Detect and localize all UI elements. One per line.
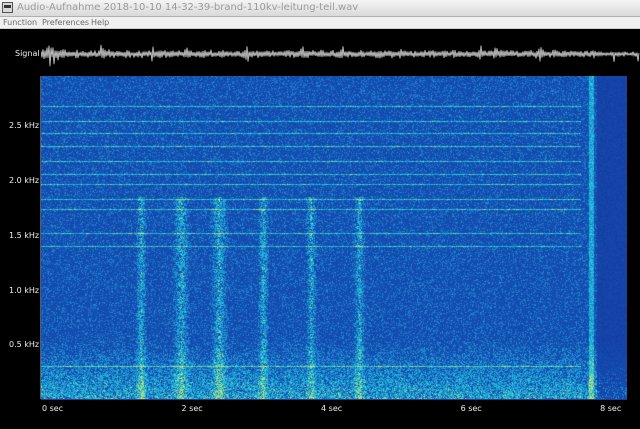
- y-tick-label: 0.5 kHz: [9, 340, 40, 350]
- title-bar[interactable]: Audio-Aufnahme 2018-10-10 14-32-39-brand…: [0, 0, 640, 17]
- app-window: Audio-Aufnahme 2018-10-10 14-32-39-brand…: [0, 0, 640, 429]
- menu-function[interactable]: Function: [3, 17, 37, 28]
- spectrogram-view[interactable]: Signal 2.5 kHz 2.0 kHz 1.5 kHz 1.0 kHz 0.5 k…: [0, 29, 640, 429]
- spectrogram-canvas[interactable]: [41, 76, 627, 399]
- x-tick-label: 8 sec: [600, 404, 622, 413]
- x-axis-line: [41, 399, 627, 400]
- x-tick-label: 4 sec: [321, 404, 343, 413]
- y-tick-label: 2.0 kHz: [9, 176, 40, 186]
- menu-help[interactable]: Help: [91, 17, 109, 28]
- waveform-trace: [41, 44, 640, 67]
- y-tick-label: 1.0 kHz: [9, 285, 40, 295]
- signal-waveform: [41, 44, 640, 67]
- x-tick-label: 0 sec: [42, 404, 64, 413]
- y-tick-label: 2.5 kHz: [9, 121, 40, 131]
- menu-preferences[interactable]: Preferences: [42, 17, 89, 28]
- menu-bar: Function Preferences Help: [0, 17, 640, 29]
- app-icon[interactable]: [2, 2, 13, 13]
- x-tick-label: 2 sec: [181, 404, 203, 413]
- x-tick-label: 6 sec: [460, 404, 482, 413]
- y-axis-line: [40, 76, 41, 399]
- signal-label: Signal: [15, 49, 40, 58]
- window-title: Audio-Aufnahme 2018-10-10 14-32-39-brand…: [17, 2, 359, 13]
- y-tick-label: 1.5 kHz: [9, 230, 40, 240]
